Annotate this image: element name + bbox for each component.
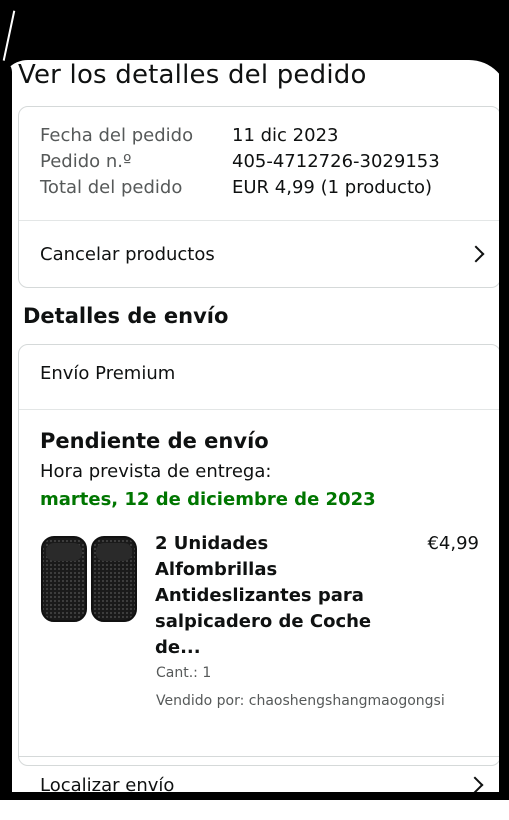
order-date-label: Fecha del pedido: [40, 125, 194, 146]
product-price: €4,99: [427, 533, 479, 554]
eta-label: Hora prevista de entrega:: [40, 461, 272, 482]
order-date-row: Fecha del pedido 11 dic 2023: [40, 123, 440, 149]
track-shipment-button[interactable]: Localizar envío: [18, 756, 499, 817]
product-image[interactable]: [41, 535, 139, 623]
order-summary-card: Fecha del pedido 11 dic 2023 Pedido n.º …: [18, 106, 501, 288]
order-date-value: 11 dic 2023: [232, 125, 339, 146]
order-total-value: EUR 4,99 (1 producto): [232, 177, 433, 198]
product-seller: Vendido por: chaoshengshangmaogongsi: [156, 693, 445, 709]
cancel-products-button[interactable]: Cancelar productos: [19, 221, 500, 287]
chevron-right-icon: [466, 776, 484, 794]
shipping-section-title: Detalles de envío: [23, 304, 229, 328]
shipment-card: Envío Premium Pendiente de envío Hora pr…: [18, 344, 501, 766]
car-dashboard-mat-image: [41, 536, 137, 622]
shipment-status: Pendiente de envío: [40, 429, 269, 453]
order-number-label: Pedido n.º: [40, 151, 132, 172]
page-title: Ver los detalles del pedido: [18, 60, 367, 90]
eta-date: martes, 12 de diciembre de 2023: [40, 489, 376, 510]
right-black-edge: [499, 60, 509, 800]
order-total-row: Total del pedido EUR 4,99 (1 producto): [40, 175, 440, 201]
divider: [19, 409, 500, 410]
shipping-method: Envío Premium: [40, 363, 176, 384]
order-number-row: Pedido n.º 405-4712726-3029153: [40, 149, 440, 175]
cancel-products-label: Cancelar productos: [40, 243, 215, 265]
product-quantity: Cant.: 1: [156, 665, 212, 681]
bottom-black-edge: [0, 792, 509, 800]
order-number-value: 405-4712726-3029153: [232, 151, 440, 172]
product-title-link[interactable]: 2 Unidades Alfombrillas Antideslizantes …: [155, 531, 375, 661]
chevron-right-icon: [467, 245, 485, 263]
order-total-label: Total del pedido: [40, 177, 183, 198]
left-black-edge: [0, 60, 12, 800]
order-info: Fecha del pedido 11 dic 2023 Pedido n.º …: [40, 123, 440, 201]
